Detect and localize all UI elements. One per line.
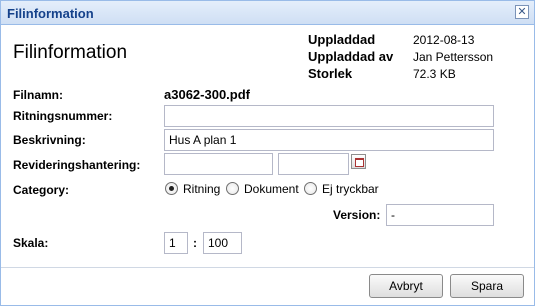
size-label: Storlek [308,66,353,81]
category-radio-ej-tryckbar[interactable] [304,182,317,195]
calendar-icon[interactable] [351,154,366,169]
category-option-ej-tryckbar[interactable]: Ej tryckbar [322,182,379,196]
page-title: Filinformation [13,42,128,63]
scale-label: Skala: [13,236,49,250]
category-radio-dokument[interactable] [226,182,239,195]
revision-input[interactable] [164,153,273,175]
uploaded-by-value: Jan Pettersson [413,50,494,64]
filename-label: Filnamn: [13,88,63,102]
version-input[interactable] [386,204,494,226]
scale-right-input[interactable] [203,232,242,254]
size-value: 72.3 KB [413,67,456,81]
scale-separator: : [193,236,197,250]
description-label: Beskrivning: [13,133,86,147]
revision-date-input[interactable] [278,153,349,175]
close-icon[interactable]: ✕ [515,5,529,19]
dialog-titlebar: Filinformation ✕ [1,1,534,25]
revision-label: Revideringshantering: [13,158,141,172]
category-radio-ritning[interactable] [165,182,178,195]
file-info-dialog: Filinformation ✕ Filinformation Uppladda… [0,0,535,306]
version-label: Version: [333,208,381,222]
uploaded-by-label: Uppladdad av [308,49,394,64]
cancel-button[interactable]: Avbryt [369,274,443,298]
footer-divider [1,267,534,268]
drawing-number-input[interactable] [164,105,494,127]
dialog-title: Filinformation [7,6,94,21]
scale-left-input[interactable] [164,232,188,254]
category-option-ritning[interactable]: Ritning [183,182,220,196]
uploaded-value: 2012-08-13 [413,33,475,47]
drawing-number-label: Ritningsnummer: [13,109,113,123]
uploaded-label: Uppladdad [308,32,376,47]
category-option-dokument[interactable]: Dokument [244,182,299,196]
category-label: Category: [13,183,70,197]
save-button[interactable]: Spara [450,274,524,298]
filename-value: a3062-300.pdf [164,87,250,102]
description-input[interactable] [164,129,494,151]
